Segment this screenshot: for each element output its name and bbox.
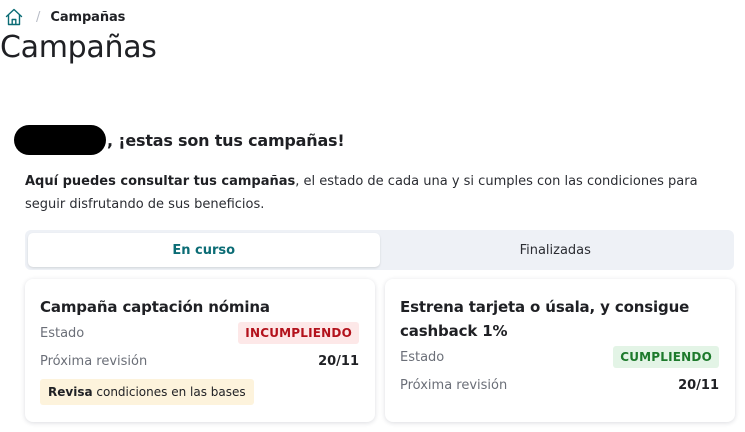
breadcrumb-separator: / [36,9,41,25]
state-row: Estado INCUMPLIENDO [40,319,359,347]
review-label: Próxima revisión [40,353,148,369]
breadcrumb-current: Campañas [50,9,126,25]
review-date: 20/11 [678,377,719,393]
description: Aquí puedes consultar tus campañas, el e… [25,170,725,216]
review-label: Próxima revisión [400,377,508,393]
campaign-title: Estrena tarjeta o úsala, y consigue cash… [400,298,690,340]
greeting-text: , ¡estas son tus campañas! [107,130,345,150]
status-badge: CUMPLIENDO [613,346,719,368]
tabs: En curso Finalizadas [25,230,734,270]
breadcrumb: / Campañas [4,6,125,28]
review-row: Próxima revisión 20/11 [40,348,359,374]
tab-en-curso[interactable]: En curso [28,233,380,267]
page: / Campañas Campañas , ¡estas son tus cam… [0,0,745,432]
description-bold: Aquí puedes consultar tus campañas [25,174,296,189]
note-rest: condiciones en las bases [92,385,246,399]
conditions-note: Revisa condiciones en las bases [40,379,254,405]
review-date: 20/11 [318,353,359,369]
tab-finalizadas[interactable]: Finalizadas [380,233,732,267]
state-row: Estado CUMPLIENDO [400,343,719,371]
status-badge: INCUMPLIENDO [238,322,359,344]
campaign-card[interactable]: Estrena tarjeta o úsala, y consigue cash… [385,279,735,422]
state-label: Estado [40,325,85,341]
note-bold: Revisa [48,385,93,399]
greeting: , ¡estas son tus campañas! [14,124,345,156]
review-row: Próxima revisión 20/11 [400,372,719,398]
home-icon[interactable] [4,7,24,27]
campaign-title: Campaña captación nómina [40,298,270,316]
redacted-name [14,125,106,155]
campaign-card[interactable]: Campaña captación nómina Estado INCUMPLI… [25,279,375,422]
page-title: Campañas [0,30,157,65]
state-label: Estado [400,349,445,365]
